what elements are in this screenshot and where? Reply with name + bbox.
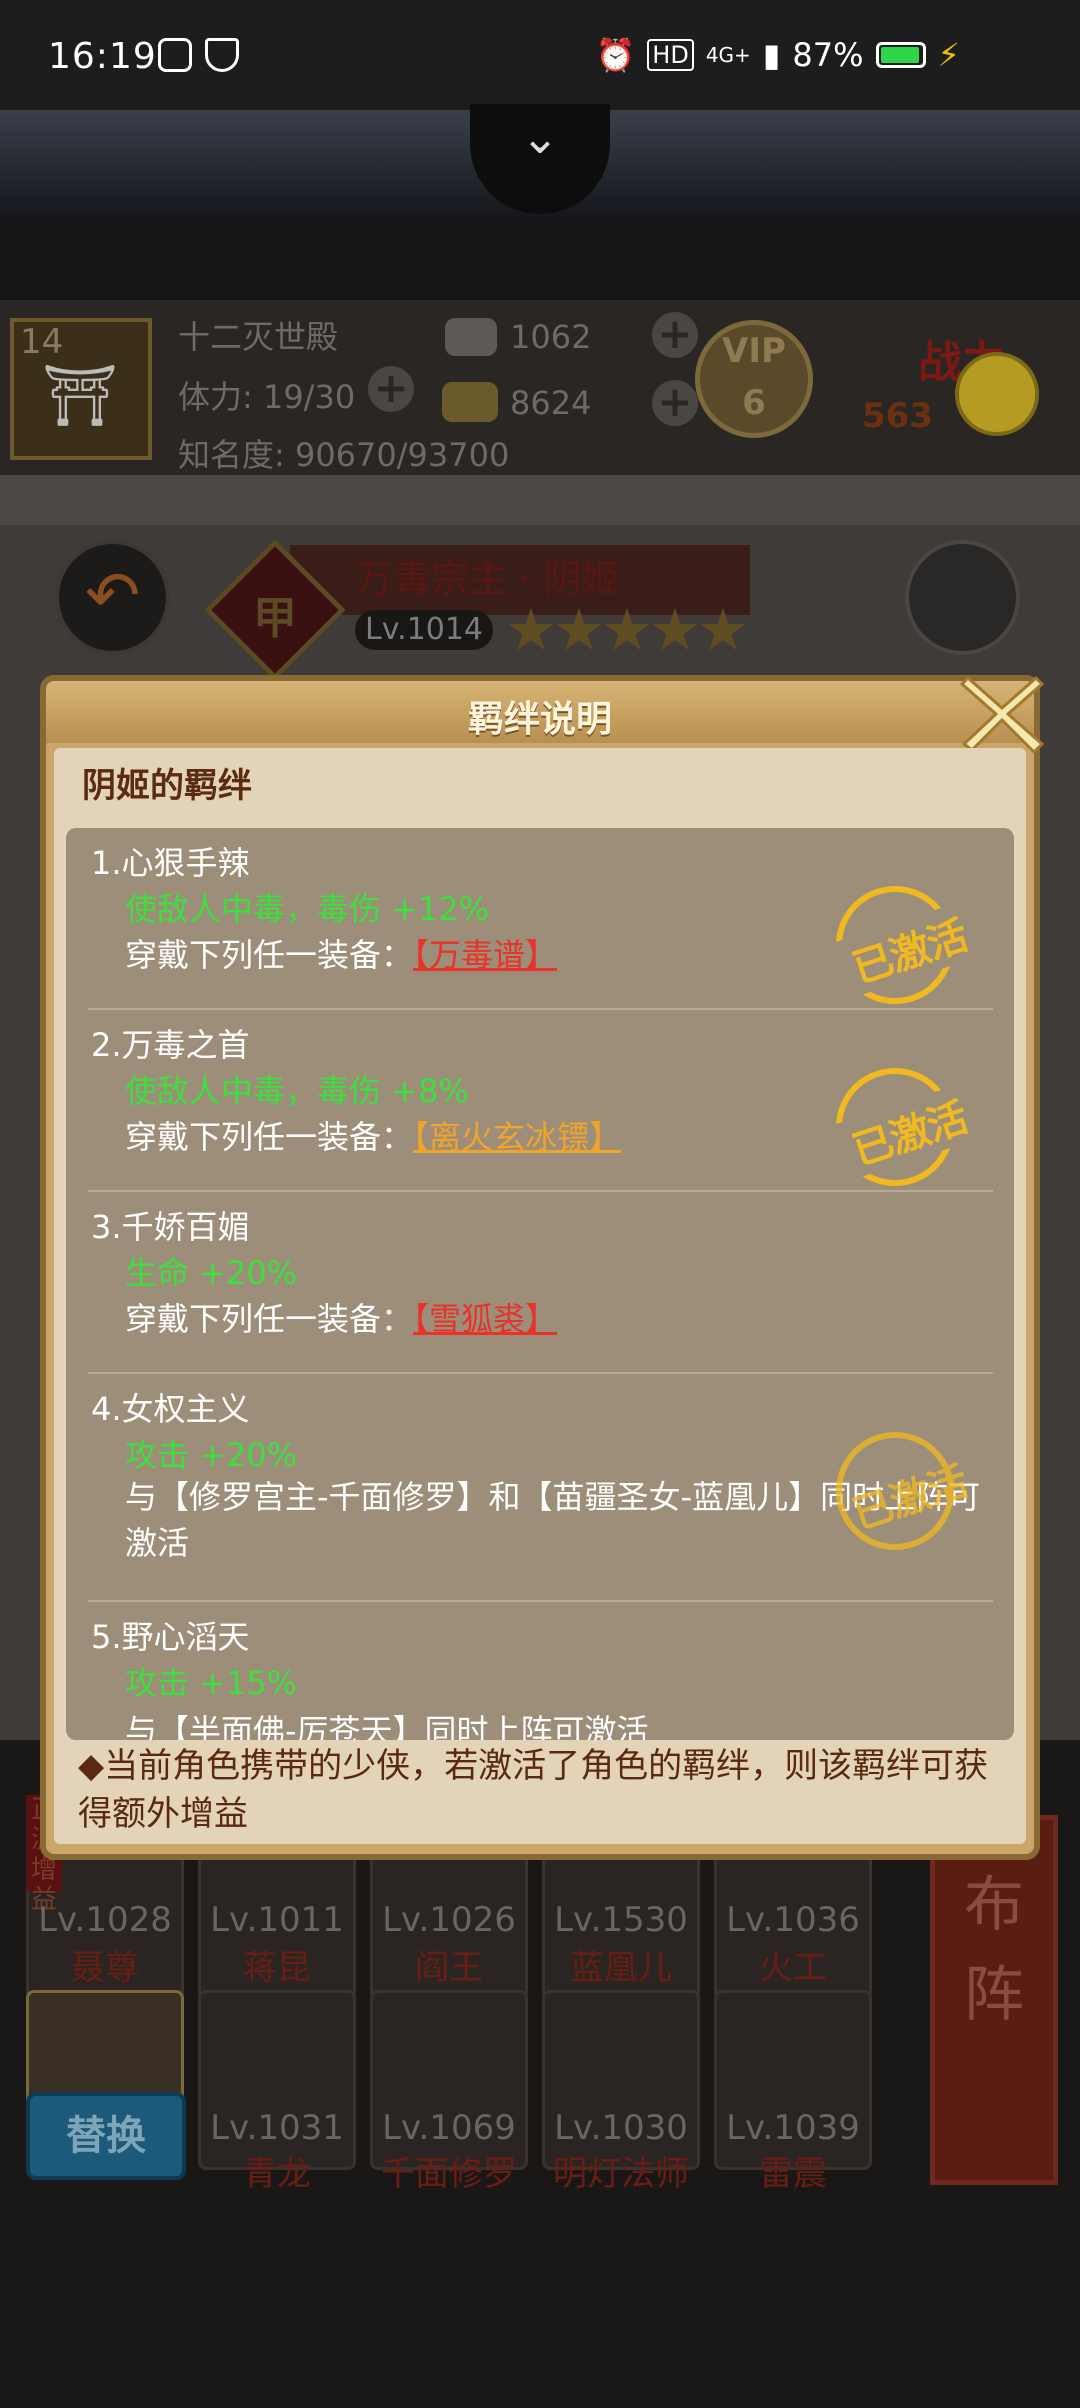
- hero-name: 青龙: [243, 2154, 311, 2194]
- portrait-button[interactable]: [905, 540, 1020, 655]
- battery-icon: [875, 42, 926, 68]
- hero-name: 千面修罗: [381, 2154, 517, 2194]
- bond-effect: 攻击 +20%: [125, 1436, 298, 1474]
- palace-icon: ⛩: [41, 361, 119, 431]
- hero-name: 聂尊: [71, 1948, 139, 1988]
- equipment-link[interactable]: 【离火玄冰镖】: [413, 1118, 621, 1156]
- battery-percent: 87%: [792, 36, 864, 74]
- bond-list[interactable]: 1.心狠手辣 使敌人中毒，毒伤 +12% 穿戴下列任一装备：【万毒谱】 已激活 …: [66, 828, 1014, 1740]
- bond-footnote: ◆当前角色携带的少侠，若激活了角色的羁绊，则该羁绊可获得额外增益: [78, 1746, 989, 1834]
- vip-level: 6: [742, 383, 766, 423]
- divider: [88, 1372, 993, 1374]
- rabbit-mascot-icon[interactable]: [955, 352, 1039, 436]
- requirement-text: 穿戴下列任一装备：: [125, 1118, 414, 1156]
- collapse-chevron-icon[interactable]: ⌄: [510, 110, 570, 170]
- gold-amount: 8624: [510, 384, 592, 422]
- top-dark-band: [0, 220, 1080, 300]
- add-silver-button[interactable]: +: [652, 312, 698, 358]
- fame-text: 知名度: 90670/93700: [178, 436, 510, 474]
- status-right: ⏰ HD 4G+ ▮ 87% ⚡: [595, 36, 960, 74]
- hero-name: 雷震: [759, 2154, 827, 2194]
- notification-icon: [158, 38, 192, 72]
- stamp-text: 已激活: [828, 898, 990, 1000]
- hero-level: Lv.1011: [210, 1900, 344, 1940]
- requirement-text: 穿戴下列任一装备：: [125, 1300, 414, 1338]
- silver-amount: 1062: [510, 318, 592, 356]
- vip-badge[interactable]: VIP 6: [695, 320, 813, 438]
- gold-ingot-icon: [442, 382, 498, 422]
- hd-icon: HD: [647, 39, 694, 71]
- divider: [88, 1190, 993, 1192]
- hero-level: Lv.1530: [554, 1900, 688, 1940]
- status-time: 16:19: [48, 36, 157, 77]
- add-stamina-button[interactable]: +: [368, 366, 414, 412]
- player-level: 14: [20, 322, 64, 362]
- equipment-link[interactable]: 【雪狐裘】: [413, 1300, 557, 1338]
- equipment-link[interactable]: 【万毒谱】: [413, 936, 557, 974]
- character-panel-strip: [0, 475, 1080, 525]
- stamina-text: 体力: 19/30: [178, 378, 356, 416]
- shield-icon: [205, 38, 239, 72]
- bond-title: 4.女权主义: [91, 1390, 250, 1428]
- bond-effect: 生命 +20%: [125, 1254, 298, 1292]
- vip-label: VIP: [722, 331, 786, 371]
- signal-icon: ▮: [762, 36, 781, 74]
- replace-button[interactable]: 替换: [26, 2092, 186, 2180]
- bond-effect: 使敌人中毒，毒伤 +12%: [125, 890, 490, 928]
- close-icon[interactable]: [958, 670, 1046, 758]
- status-bar: 16:19 ⏰ HD 4G+ ▮ 87% ⚡: [0, 0, 1080, 110]
- back-arrow-icon[interactable]: ↶: [55, 540, 170, 655]
- bond-requirement: 与【半面佛-厉苍天】同时上阵可激活: [125, 1712, 649, 1740]
- silver-ingot-icon: [445, 318, 497, 356]
- bond-title: 2.万毒之首: [91, 1026, 250, 1064]
- hero-name: 蒋昆: [243, 1948, 311, 1988]
- hero-name: 明灯法师: [553, 2154, 689, 2194]
- dialog-title: 羁绊说明: [467, 699, 612, 740]
- hero-name: 蓝凰儿: [570, 1948, 672, 1988]
- hero-level: Lv.1036: [726, 1900, 860, 1940]
- power-value: 563: [862, 396, 933, 436]
- hero-level: Lv.1069: [382, 2108, 516, 2148]
- divider: [88, 1008, 993, 1010]
- activated-stamp: 已激活: [820, 1052, 990, 1202]
- character-title: 万毒宗主 · 阴姬: [355, 557, 620, 601]
- bond-title: 5.野心滔天: [91, 1618, 250, 1656]
- bond-title: 3.千娇百媚: [91, 1208, 250, 1246]
- hero-level: Lv.1028: [38, 1900, 172, 1940]
- location-name: 十二灭世殿: [178, 318, 339, 356]
- bond-requirement: 穿戴下列任一装备：【万毒谱】: [125, 930, 557, 976]
- requirement-text: 穿戴下列任一装备：: [125, 936, 414, 974]
- character-level: Lv.1014: [355, 610, 493, 650]
- rank-badge-text: 甲: [253, 593, 297, 644]
- character-stars: ★★★★★: [505, 596, 749, 664]
- bond-requirement: 穿戴下列任一装备：【离火玄冰镖】: [125, 1112, 621, 1158]
- hero-level: Lv.1026: [382, 1900, 516, 1940]
- bond-requirement: 穿戴下列任一装备：【雪狐裘】: [125, 1294, 557, 1340]
- formation-button[interactable]: 布阵: [930, 1815, 1058, 2185]
- alarm-icon: ⏰: [595, 36, 636, 74]
- bond-title: 1.心狠手辣: [91, 844, 250, 882]
- divider: [88, 1600, 993, 1602]
- charging-icon: ⚡: [937, 36, 960, 74]
- activated-stamp: 已激活: [820, 870, 990, 1020]
- hero-name: 火工: [759, 1948, 827, 1988]
- add-gold-button[interactable]: +: [652, 380, 698, 426]
- bond-effect: 使敌人中毒，毒伤 +8%: [125, 1072, 469, 1110]
- hero-level: Lv.1039: [726, 2108, 860, 2148]
- bond-effect: 攻击 +15%: [125, 1664, 298, 1702]
- stamp-text: 已激活: [828, 1080, 990, 1182]
- hero-name: 阎王: [415, 1948, 483, 1988]
- formation-label: 布阵: [964, 1870, 1024, 2030]
- bond-heading: 阴姬的羁绊: [82, 766, 252, 806]
- hero-level: Lv.1030: [554, 2108, 688, 2148]
- hero-level: Lv.1031: [210, 2108, 344, 2148]
- network-label: 4G+: [705, 43, 751, 67]
